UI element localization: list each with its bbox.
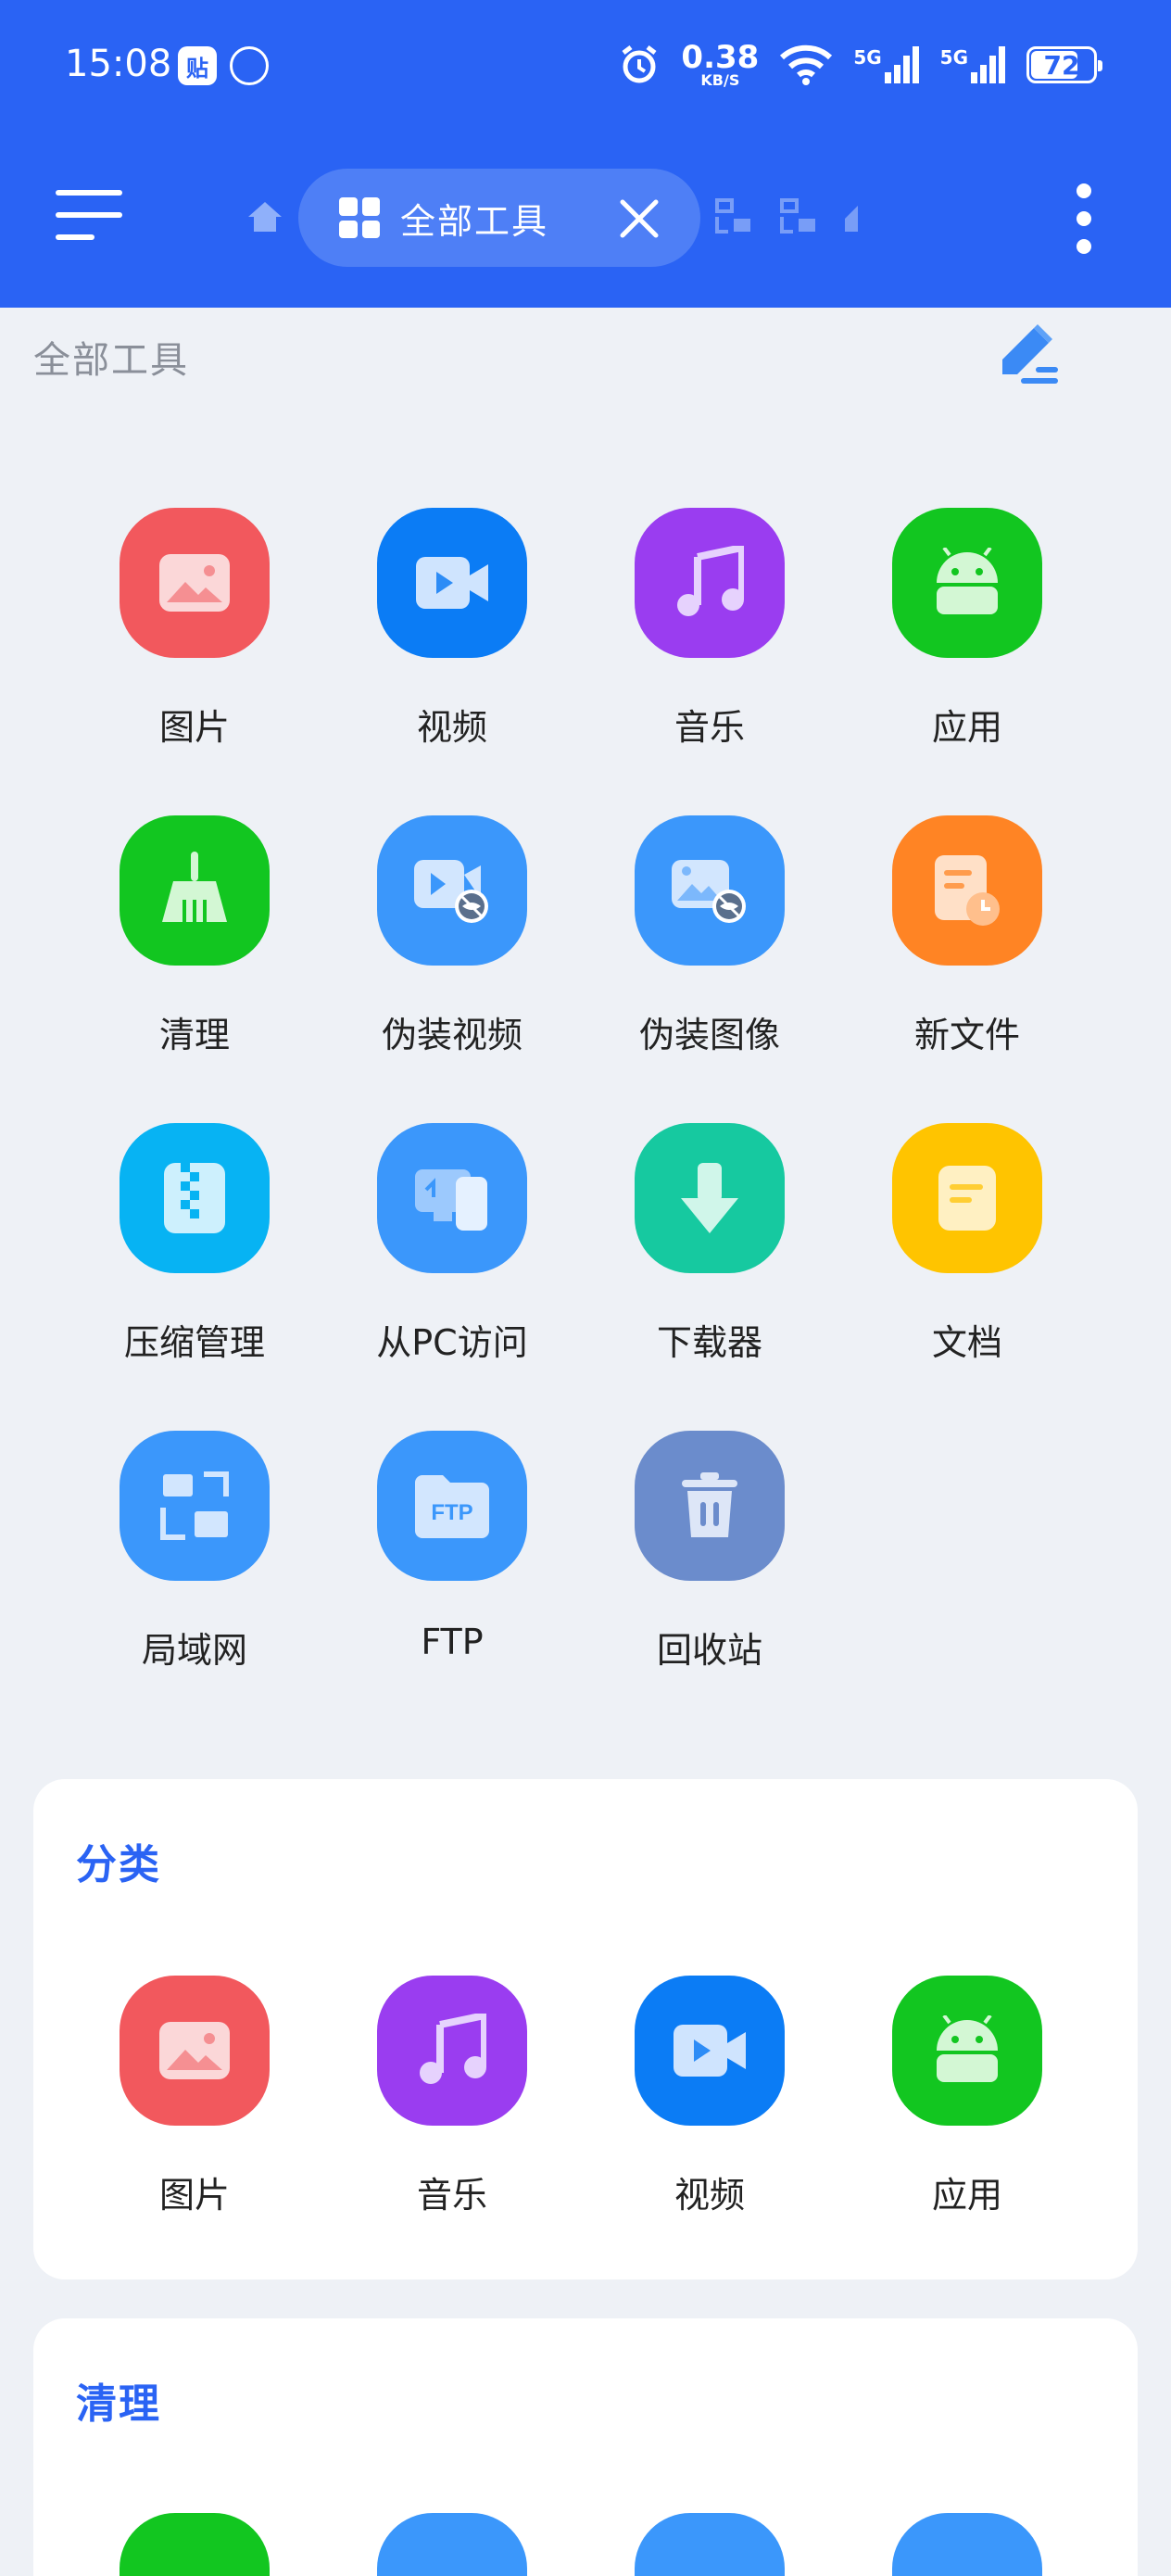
tool-video[interactable]: 视频 xyxy=(359,508,545,750)
clean-item-icon[interactable] xyxy=(120,2513,270,2576)
card-title: 清理 xyxy=(76,2380,161,2428)
tool-hidden-image[interactable]: 伪装图像 xyxy=(617,815,802,1057)
hidden-video-icon xyxy=(377,815,527,966)
clean-card: 清理 xyxy=(33,2318,1138,2576)
category-images[interactable]: 图片 xyxy=(102,1976,287,2217)
pc-access-icon xyxy=(377,1123,527,1273)
wifi-icon xyxy=(780,44,833,85)
music-icon xyxy=(377,1976,527,2126)
battery-icon: 72 xyxy=(1026,46,1102,83)
android-icon xyxy=(892,508,1042,658)
notification-badge-icon: 贴 xyxy=(178,46,217,85)
lan-tab-icon[interactable] xyxy=(715,198,752,235)
trash-icon xyxy=(635,1431,785,1581)
clean-item-icon[interactable] xyxy=(892,2513,1042,2576)
zip-icon xyxy=(120,1123,270,1273)
overflow-tab-icon[interactable] xyxy=(839,198,862,235)
ftp-icon: FTP xyxy=(377,1431,527,1581)
android-icon xyxy=(892,1976,1042,2126)
music-icon xyxy=(635,508,785,658)
image-icon xyxy=(120,508,270,658)
tool-recycle-bin[interactable]: 回收站 xyxy=(617,1431,802,1673)
clean-item-icon[interactable] xyxy=(635,2513,785,2576)
video-icon xyxy=(635,1976,785,2126)
document-icon xyxy=(892,1123,1042,1273)
alarm-icon xyxy=(622,45,657,83)
tool-documents[interactable]: 文档 xyxy=(875,1123,1060,1365)
signal-bars-icon xyxy=(971,46,1005,83)
svg-text:FTP: FTP xyxy=(431,1500,472,1525)
tab-label: 全部工具 xyxy=(400,200,549,242)
lan-tab-icon[interactable] xyxy=(780,198,817,235)
tool-pc-access[interactable]: 从PC访问 xyxy=(359,1123,545,1365)
category-apps[interactable]: 应用 xyxy=(875,1976,1060,2217)
signal-5g-2: 5G xyxy=(940,46,1006,83)
more-options-icon[interactable] xyxy=(1075,183,1093,254)
video-icon xyxy=(377,508,527,658)
app-header: 15:08 贴 0.38 KB/S 5G 5G 72 全部工具 xyxy=(0,0,1171,308)
status-time: 15:08 xyxy=(65,43,172,85)
hamburger-menu-icon[interactable] xyxy=(56,190,122,246)
tab-all-tools[interactable]: 全部工具 xyxy=(298,169,700,267)
close-icon[interactable] xyxy=(619,198,660,239)
tool-music[interactable]: 音乐 xyxy=(617,508,802,750)
tool-clean[interactable]: 清理 xyxy=(102,815,287,1057)
lan-icon xyxy=(120,1431,270,1581)
network-speed: 0.38 KB/S xyxy=(681,39,760,89)
page-title: 全部工具 xyxy=(33,339,189,382)
tool-ftp[interactable]: FTP FTP xyxy=(359,1431,545,1662)
grid-icon xyxy=(339,197,380,238)
tool-downloader[interactable]: 下载器 xyxy=(617,1123,802,1365)
categories-card: 分类 图片 音乐 视频 应用 xyxy=(33,1779,1138,2279)
clean-item-icon[interactable] xyxy=(377,2513,527,2576)
tool-hidden-video[interactable]: 伪装视频 xyxy=(359,815,545,1057)
category-music[interactable]: 音乐 xyxy=(359,1976,545,2217)
category-video[interactable]: 视频 xyxy=(617,1976,802,2217)
tool-new-files[interactable]: 新文件 xyxy=(875,815,1060,1057)
tool-apps[interactable]: 应用 xyxy=(875,508,1060,750)
broom-icon xyxy=(120,815,270,966)
recent-file-icon xyxy=(892,815,1042,966)
card-title: 分类 xyxy=(76,1841,161,1888)
vpn-status-icon xyxy=(230,46,269,85)
edit-icon[interactable] xyxy=(993,324,1064,391)
status-indicators: 0.38 KB/S 5G 5G 72 xyxy=(618,39,1102,89)
hidden-image-icon xyxy=(635,815,785,966)
image-icon xyxy=(120,1976,270,2126)
tool-archive-manager[interactable]: 压缩管理 xyxy=(102,1123,287,1365)
home-icon[interactable] xyxy=(246,200,283,234)
tool-lan[interactable]: 局域网 xyxy=(102,1431,287,1673)
tool-images[interactable]: 图片 xyxy=(102,508,287,750)
download-icon xyxy=(635,1123,785,1273)
signal-bars-icon xyxy=(884,46,919,83)
signal-5g-1: 5G xyxy=(853,46,919,83)
